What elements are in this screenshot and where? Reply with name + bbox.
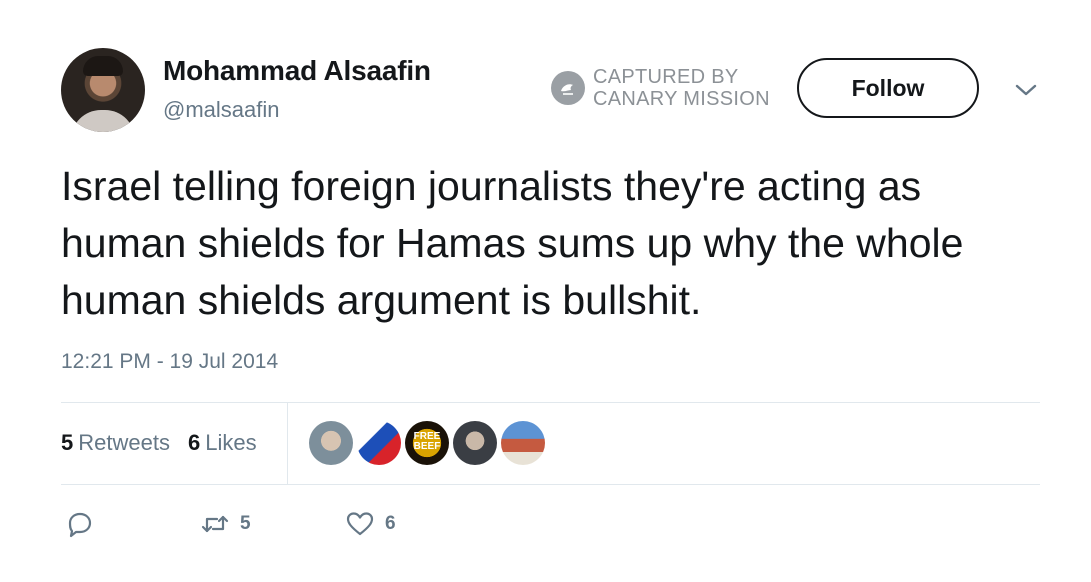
retweet-count: 5 xyxy=(240,513,251,534)
liker-avatar[interactable] xyxy=(453,421,497,465)
user-avatar[interactable] xyxy=(61,48,145,132)
follow-button[interactable]: Follow xyxy=(797,58,979,118)
tweet-stats: 5 Retweets 6 Likes xyxy=(61,430,257,456)
retweets-stat[interactable]: 5 Retweets xyxy=(61,430,170,456)
divider-top xyxy=(61,402,1040,403)
liker-avatar[interactable] xyxy=(309,421,353,465)
canary-logo-icon xyxy=(551,71,585,105)
liker-avatar[interactable] xyxy=(357,421,401,465)
avatar-shoulders xyxy=(71,110,135,132)
stats-divider xyxy=(287,403,288,484)
watermark: CAPTURED BY CANARY MISSION xyxy=(551,66,770,110)
liker-avatar[interactable]: FREE BEEF xyxy=(405,421,449,465)
likes-stat[interactable]: 6 Likes xyxy=(188,430,257,456)
tweet-actions: 5 6 xyxy=(0,510,1091,546)
tweet-text: Israel telling foreign journalists they'… xyxy=(61,163,964,323)
watermark-line-2: CANARY MISSION xyxy=(593,88,770,110)
watermark-line-1: CAPTURED BY xyxy=(593,66,739,88)
heart-icon xyxy=(346,512,374,536)
chevron-down-icon[interactable] xyxy=(1012,80,1040,100)
retweet-button[interactable]: 5 xyxy=(200,510,251,538)
tweet-timestamp[interactable]: 12:21 PM - 19 Jul 2014 xyxy=(61,350,278,374)
avatar-hair xyxy=(83,56,123,76)
user-display-name[interactable]: Mohammad Alsaafin xyxy=(163,55,431,87)
liker-avatar-text: FREE BEEF xyxy=(413,431,441,452)
reply-icon xyxy=(68,512,92,538)
user-handle[interactable]: @malsaafin xyxy=(163,97,280,123)
like-button[interactable]: 6 xyxy=(345,510,396,538)
retweet-icon xyxy=(201,515,229,533)
reply-button[interactable] xyxy=(66,510,104,538)
liker-avatars: FREE BEEF xyxy=(309,421,545,465)
liker-avatar[interactable] xyxy=(501,421,545,465)
divider-bottom xyxy=(61,484,1040,485)
tweet-card: Mohammad Alsaafin @malsaafin CAPTURED BY… xyxy=(0,0,1091,582)
like-count: 6 xyxy=(385,513,396,534)
